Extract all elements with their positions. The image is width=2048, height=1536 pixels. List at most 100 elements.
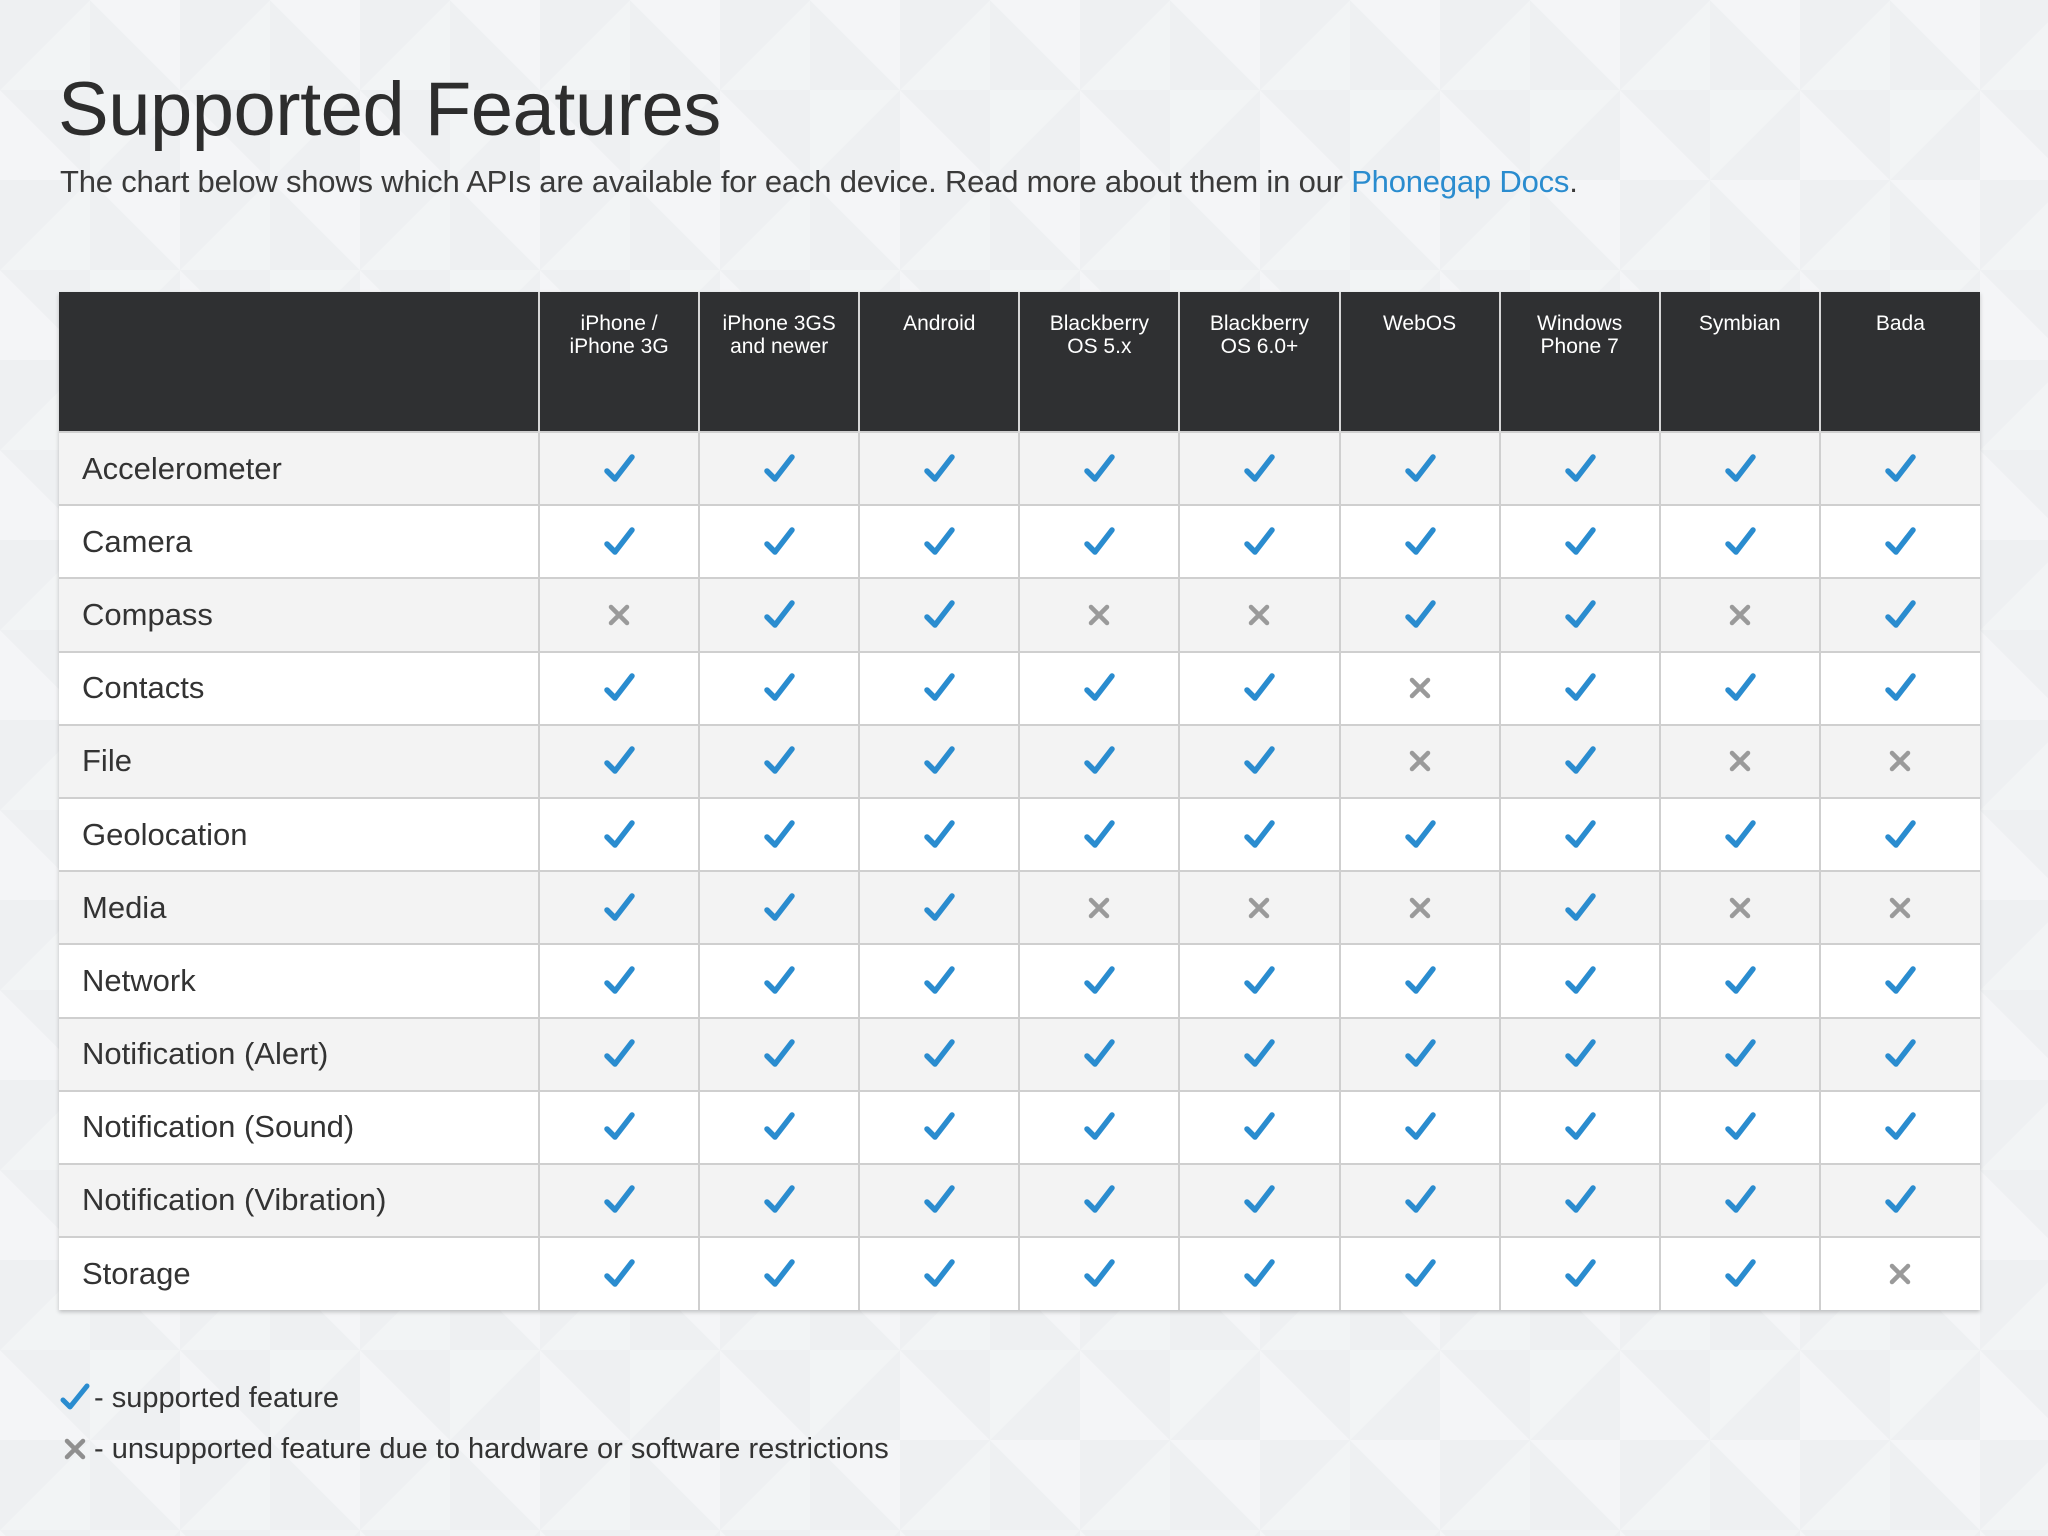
- support-cell: [698, 1016, 860, 1091]
- column-header-line: Android: [903, 312, 976, 335]
- checkmark-icon: [1562, 670, 1598, 706]
- table-row: Notification (Vibration): [59, 1162, 1980, 1238]
- feature-name: Network: [59, 943, 540, 1018]
- checkmark-icon: [601, 817, 637, 853]
- x-mark-icon: [1882, 1256, 1918, 1292]
- support-cell: [1498, 1236, 1660, 1311]
- column-header-line: Bada: [1875, 312, 1925, 335]
- feature-name: Geolocation: [59, 796, 540, 872]
- table-row: Camera: [59, 504, 1980, 579]
- checkmark-icon: [1081, 1109, 1117, 1145]
- checkmark-icon: [761, 1109, 797, 1145]
- support-cell: [1018, 1162, 1180, 1238]
- checkmark-icon: [1402, 1256, 1438, 1292]
- checkmark-icon: [921, 524, 957, 560]
- checkmark-icon: [1241, 1036, 1277, 1072]
- feature-name: Compass: [59, 577, 540, 652]
- support-cell: [858, 504, 1020, 579]
- checkmark-icon: [601, 890, 637, 926]
- x-mark-icon: [60, 1433, 90, 1465]
- support-cell: [1338, 577, 1500, 652]
- support-cell: [858, 1162, 1020, 1238]
- legend-unsupported: - unsupported feature due to hardware or…: [60, 1429, 889, 1469]
- support-cell: [1018, 1236, 1180, 1311]
- x-mark-icon: [1402, 890, 1438, 926]
- support-cell: [698, 870, 860, 945]
- support-cell: [858, 870, 1020, 945]
- feature-name: File: [59, 723, 540, 798]
- column-header-line: iPhone /: [580, 312, 658, 335]
- support-cell: [1498, 1016, 1660, 1091]
- checkmark-icon: [1241, 963, 1277, 999]
- column-header: Android: [858, 292, 1020, 432]
- checkmark-icon: [1882, 963, 1918, 999]
- support-cell: [1018, 650, 1180, 725]
- support-cell: [538, 723, 700, 798]
- support-cell: [1818, 943, 1980, 1018]
- table-row: Accelerometer: [59, 430, 1980, 506]
- support-cell: [698, 1236, 860, 1311]
- checkmark-icon: [1241, 670, 1277, 706]
- column-header-line: Symbian: [1698, 312, 1781, 335]
- column-header-line: iPhone 3G: [569, 335, 669, 358]
- support-cell: [538, 577, 700, 652]
- features-table: iPhone / iPhone 3G iPhone 3GS and newer Andr…: [59, 292, 1980, 1311]
- checkmark-icon: [601, 451, 637, 487]
- support-cell: [1658, 504, 1820, 579]
- checkmark-icon: [1562, 743, 1598, 779]
- checkmark-icon: [601, 524, 637, 560]
- x-mark-icon: [1722, 597, 1758, 633]
- intro-sentence: The chart below shows which APIs are ava…: [60, 164, 1343, 199]
- support-cell: [1658, 723, 1820, 798]
- support-cell: [1178, 723, 1340, 798]
- table-row: Network: [59, 943, 1980, 1018]
- support-cell: [1818, 723, 1980, 798]
- support-cell: [1018, 870, 1180, 945]
- phonegap-docs-link[interactable]: Phonegap Docs: [1351, 164, 1569, 199]
- checkmark-icon: [921, 817, 957, 853]
- column-header: Windows Phone 7: [1498, 292, 1660, 432]
- checkmark-icon: [1241, 1182, 1277, 1218]
- checkmark-icon: [601, 1256, 637, 1292]
- table-row: Media: [59, 870, 1980, 945]
- checkmark-icon: [1241, 524, 1277, 560]
- x-mark-icon: [1402, 670, 1438, 706]
- checkmark-icon: [1562, 451, 1598, 487]
- checkmark-icon: [1081, 1182, 1117, 1218]
- support-cell: [1818, 430, 1980, 506]
- support-cell: [1658, 430, 1820, 506]
- support-cell: [1498, 1089, 1660, 1164]
- intro-period: .: [1569, 164, 1578, 199]
- support-cell: [1338, 430, 1500, 506]
- page-title: Supported Features: [58, 67, 721, 152]
- column-header: Blackberry OS 6.0+: [1178, 292, 1340, 432]
- support-cell: [1818, 650, 1980, 725]
- support-cell: [1818, 1162, 1980, 1238]
- support-cell: [858, 430, 1020, 506]
- checkmark-icon: [1722, 1109, 1758, 1145]
- checkmark-icon: [1402, 597, 1438, 633]
- support-cell: [1018, 723, 1180, 798]
- checkmark-icon: [1722, 1036, 1758, 1072]
- x-mark-icon: [1081, 597, 1117, 633]
- table-row: File: [59, 723, 1980, 798]
- checkmark-icon: [921, 1036, 957, 1072]
- checkmark-icon: [1722, 1182, 1758, 1218]
- column-header-line: Blackberry: [1049, 312, 1149, 335]
- support-cell: [1498, 870, 1660, 945]
- support-cell: [1338, 1236, 1500, 1311]
- legend: - supported feature - unsupported featur…: [60, 1378, 889, 1469]
- column-header-line: Phone 7: [1540, 335, 1619, 358]
- support-cell: [1658, 1236, 1820, 1311]
- checkmark-icon: [761, 743, 797, 779]
- support-cell: [1818, 1016, 1980, 1091]
- checkmark-icon: [1562, 597, 1598, 633]
- checkmark-icon: [1402, 817, 1438, 853]
- checkmark-icon: [921, 597, 957, 633]
- support-cell: [1178, 1089, 1340, 1164]
- support-cell: [698, 577, 860, 652]
- features-table-container: iPhone / iPhone 3G iPhone 3GS and newer Andr…: [59, 292, 1980, 1311]
- support-cell: [1018, 1016, 1180, 1091]
- support-cell: [1018, 504, 1180, 579]
- checkmark-icon: [1081, 524, 1117, 560]
